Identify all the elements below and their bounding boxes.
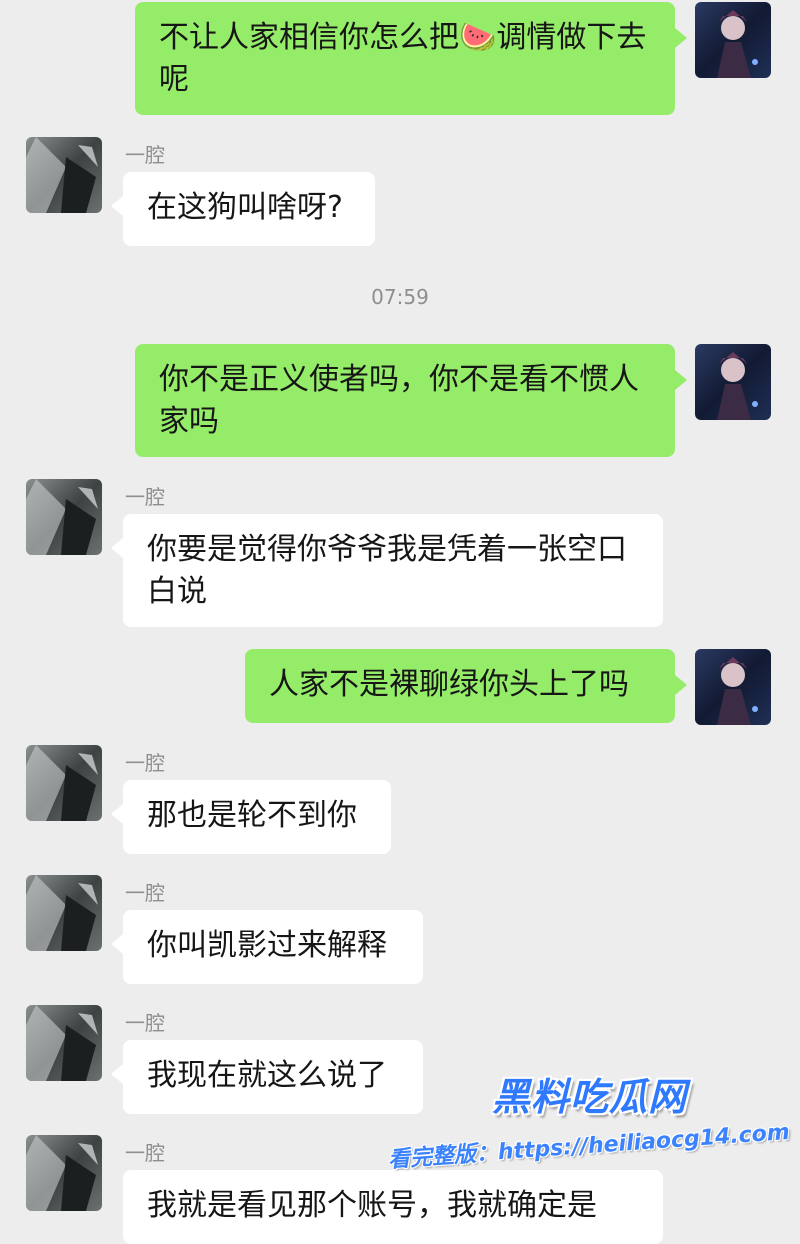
message-bubble-contact[interactable]: 那也是轮不到你 bbox=[111, 780, 391, 854]
watermark: 黑料吃瓜网 看完整版：https://heiliaocg14.com bbox=[384, 1060, 790, 1190]
contact-avatar[interactable] bbox=[26, 1005, 102, 1081]
contact-name: 一腔 bbox=[125, 143, 165, 167]
contact-avatar[interactable] bbox=[26, 745, 102, 821]
contact-name: 一腔 bbox=[125, 485, 165, 509]
contact-name: 一腔 bbox=[125, 1011, 165, 1035]
watermark-title: 黑料吃瓜网 bbox=[492, 1075, 688, 1119]
chat-area[interactable]: 不让人家相信你怎么把🍉调情做下去呢 一腔 在这狗叫啥呀? 07:59 你不是正义… bbox=[0, 0, 800, 1244]
self-avatar[interactable] bbox=[695, 649, 771, 725]
contact-avatar[interactable] bbox=[26, 875, 102, 951]
contact-name: 一腔 bbox=[125, 751, 165, 775]
message-bubble-self[interactable]: 不让人家相信你怎么把🍉调情做下去呢 bbox=[135, 2, 687, 115]
watermark-url: 看完整版：https://heiliaocg14.com bbox=[387, 1119, 791, 1173]
message-bubble-contact[interactable]: 我现在就这么说了 bbox=[111, 1040, 423, 1114]
timestamp: 07:59 bbox=[371, 285, 429, 309]
contact-avatar[interactable] bbox=[26, 137, 102, 213]
contact-avatar[interactable] bbox=[26, 479, 102, 555]
contact-name: 一腔 bbox=[125, 881, 165, 905]
message-bubble-contact[interactable]: 你要是觉得你爷爷我是凭着一张空口白说 bbox=[111, 514, 663, 627]
self-avatar[interactable] bbox=[695, 2, 771, 78]
message-bubble-contact[interactable]: 在这狗叫啥呀? bbox=[111, 172, 375, 246]
message-bubble-self[interactable]: 人家不是裸聊绿你头上了吗 bbox=[245, 649, 687, 723]
contact-name: 一腔 bbox=[125, 1141, 165, 1165]
message-bubble-contact[interactable]: 你叫凯影过来解释 bbox=[111, 910, 423, 984]
self-avatar[interactable] bbox=[695, 344, 771, 420]
message-bubble-self[interactable]: 你不是正义使者吗，你不是看不惯人家吗 bbox=[135, 344, 687, 457]
